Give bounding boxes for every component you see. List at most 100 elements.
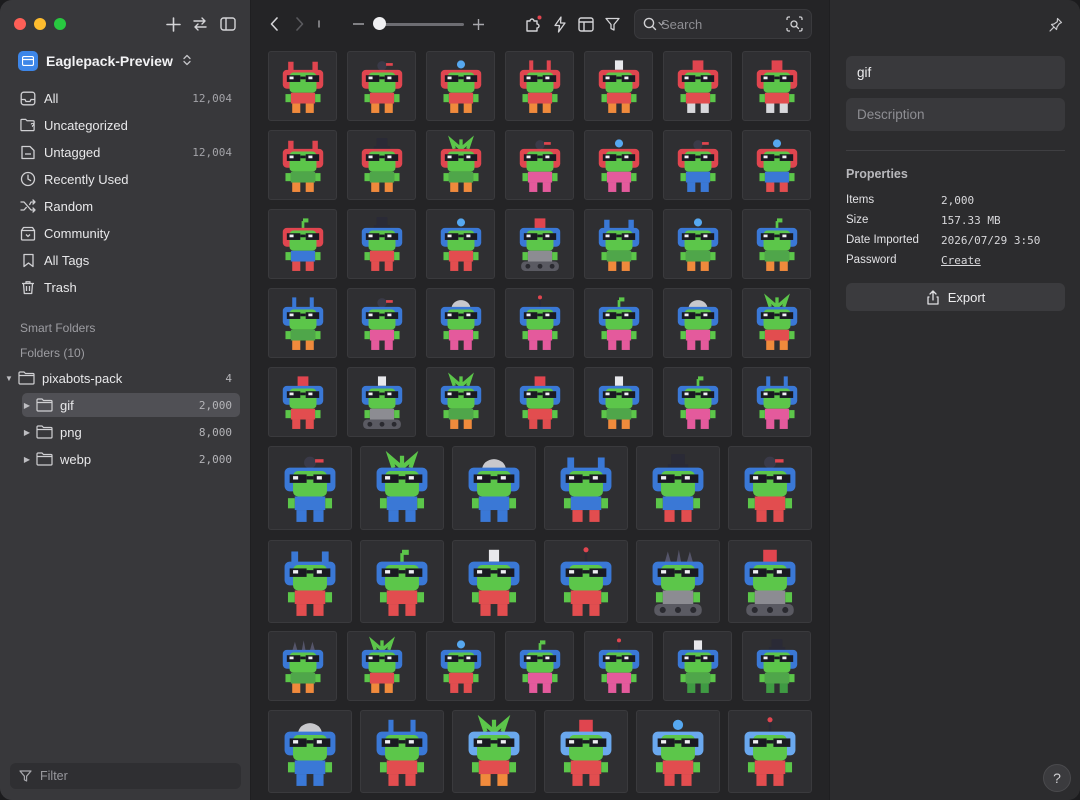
thumbnail-item[interactable] — [347, 51, 416, 121]
filter-input[interactable]: Filter — [10, 763, 241, 789]
thumbnail-item[interactable] — [663, 367, 732, 437]
thumbnail-item[interactable] — [636, 710, 720, 793]
thumbnail-item[interactable] — [544, 446, 628, 530]
thumbnail-item[interactable] — [268, 288, 337, 358]
thumbnail-item[interactable] — [268, 540, 352, 623]
filter-toolbar-icon[interactable] — [602, 14, 622, 34]
zoom-slider-track[interactable] — [374, 23, 464, 26]
thumbnail-item[interactable] — [347, 367, 416, 437]
thumbnail-item[interactable] — [360, 446, 444, 530]
zoom-out-icon[interactable] — [348, 14, 368, 34]
layout-icon[interactable] — [576, 14, 596, 34]
thumbnail-item[interactable] — [663, 51, 732, 121]
thumbnail-item[interactable] — [636, 540, 720, 623]
thumbnail-item[interactable] — [742, 288, 811, 358]
thumbnail-item[interactable] — [268, 130, 337, 200]
create-password-link[interactable]: Create — [941, 254, 981, 267]
thumbnail-item[interactable] — [663, 130, 732, 200]
thumbnail-item[interactable] — [360, 540, 444, 623]
sidebar-toggle-icon[interactable] — [218, 14, 238, 34]
thumbnail-item[interactable] — [347, 130, 416, 200]
thumbnail-item[interactable] — [505, 367, 574, 437]
sidebar-item-all-tags[interactable]: All Tags — [10, 248, 240, 272]
library-switcher[interactable]: Eaglepack-Preview — [18, 50, 191, 72]
forward-icon[interactable] — [289, 14, 309, 34]
thumbnail-item[interactable] — [505, 288, 574, 358]
thumbnail-item[interactable] — [268, 710, 352, 793]
thumbnail-item[interactable] — [505, 209, 574, 279]
folder-item-gif[interactable]: ▶ gif 2,000 — [22, 393, 240, 417]
thumbnail-item[interactable] — [663, 209, 732, 279]
thumbnail-item[interactable] — [268, 446, 352, 530]
name-input[interactable] — [857, 65, 1054, 80]
sidebar-item-random[interactable]: Random — [10, 194, 240, 218]
add-icon[interactable] — [163, 14, 183, 34]
thumbnail-item[interactable] — [728, 710, 812, 793]
thumbnail-item[interactable] — [360, 710, 444, 793]
description-field[interactable] — [846, 98, 1065, 131]
sidebar-item-community[interactable]: Community — [10, 221, 240, 245]
sidebar-item-recently-used[interactable]: Recently Used — [10, 167, 240, 191]
thumbnail-item[interactable] — [268, 367, 337, 437]
thumbnail-item[interactable] — [452, 710, 536, 793]
sidebar-item-trash[interactable]: Trash — [10, 275, 240, 299]
triangle-down-icon[interactable]: ▼ — [4, 374, 14, 383]
thumbnail-item[interactable] — [584, 367, 653, 437]
thumbnail-item[interactable] — [426, 367, 495, 437]
thumbnail-item[interactable] — [268, 631, 337, 701]
minimize-window-button[interactable] — [34, 18, 46, 30]
zoom-in-icon[interactable] — [468, 14, 488, 34]
description-input[interactable] — [857, 107, 1054, 122]
thumbnail-item[interactable] — [505, 631, 574, 701]
thumbnail-item[interactable] — [347, 288, 416, 358]
thumbnail-item[interactable] — [544, 710, 628, 793]
more-nav-icon[interactable] — [309, 14, 329, 34]
extensions-icon[interactable] — [523, 14, 543, 34]
thumbnail-item[interactable] — [505, 130, 574, 200]
name-field[interactable] — [846, 56, 1065, 89]
thumbnail-item[interactable] — [505, 51, 574, 121]
sidebar-item-all[interactable]: All 12,004 — [10, 86, 240, 110]
thumbnail-item[interactable] — [742, 130, 811, 200]
smart-folders-header[interactable]: Smart Folders — [20, 321, 95, 335]
triangle-right-icon[interactable]: ▶ — [22, 428, 32, 437]
thumbnail-item[interactable] — [663, 631, 732, 701]
thumbnail-item[interactable] — [728, 446, 812, 530]
thumbnail-item[interactable] — [544, 540, 628, 623]
thumbnail-item[interactable] — [584, 130, 653, 200]
pin-icon[interactable] — [1046, 14, 1066, 34]
switch-library-icon[interactable] — [190, 14, 210, 34]
sidebar-item-uncategorized[interactable]: Uncategorized — [10, 113, 240, 137]
thumbnail-item[interactable] — [584, 631, 653, 701]
zoom-window-button[interactable] — [54, 18, 66, 30]
help-button[interactable]: ? — [1043, 764, 1071, 792]
thumbnail-item[interactable] — [452, 540, 536, 623]
actions-bolt-icon[interactable] — [550, 14, 570, 34]
thumbnail-item[interactable] — [636, 446, 720, 530]
thumbnail-item[interactable] — [426, 209, 495, 279]
thumbnail-item[interactable] — [452, 446, 536, 530]
folder-item-webp[interactable]: ▶ webp 2,000 — [22, 447, 240, 471]
folders-header[interactable]: Folders (10) — [20, 346, 85, 360]
thumbnail-item[interactable] — [728, 540, 812, 623]
thumbnail-item[interactable] — [268, 51, 337, 121]
search-field[interactable]: Search — [634, 9, 812, 39]
back-icon[interactable] — [264, 14, 284, 34]
sidebar-item-untagged[interactable]: Untagged 12,004 — [10, 140, 240, 164]
thumbnail-item[interactable] — [584, 288, 653, 358]
thumbnail-item[interactable] — [347, 209, 416, 279]
close-window-button[interactable] — [14, 18, 26, 30]
triangle-right-icon[interactable]: ▶ — [22, 401, 32, 410]
thumbnail-item[interactable] — [584, 209, 653, 279]
export-button[interactable]: Export — [846, 283, 1065, 311]
zoom-slider-thumb[interactable] — [373, 17, 386, 30]
thumbnail-item[interactable] — [426, 631, 495, 701]
thumbnail-item[interactable] — [742, 367, 811, 437]
thumbnail-item[interactable] — [426, 51, 495, 121]
folder-item-pixabots-pack[interactable]: ▼ pixabots-pack 4 — [4, 366, 240, 390]
thumbnail-item[interactable] — [426, 130, 495, 200]
thumbnail-item[interactable] — [584, 51, 653, 121]
thumbnail-item[interactable] — [742, 631, 811, 701]
image-search-icon[interactable] — [786, 16, 803, 32]
thumbnail-item[interactable] — [742, 51, 811, 121]
